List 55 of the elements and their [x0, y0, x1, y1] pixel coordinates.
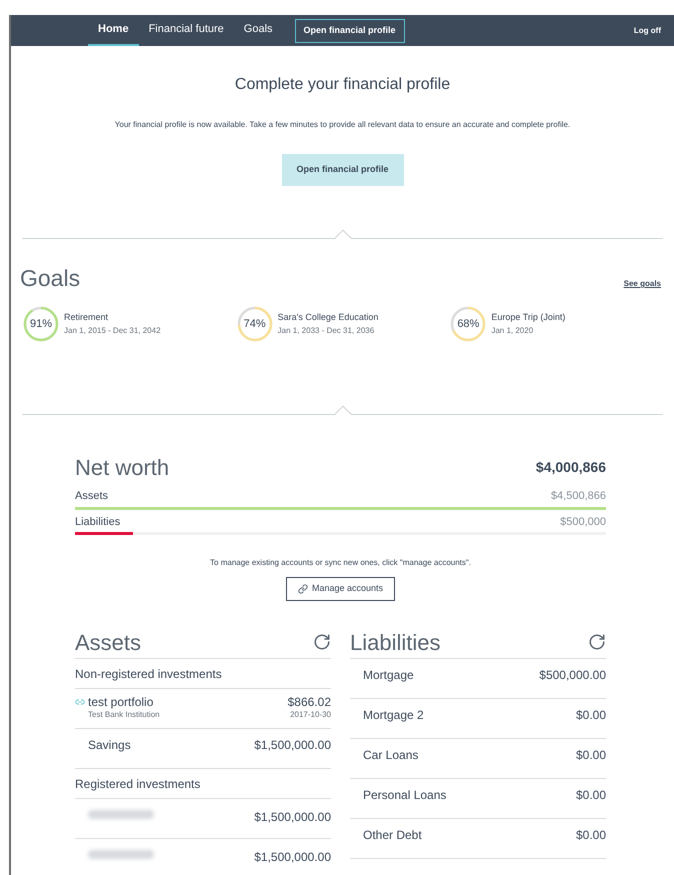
net-worth-title: Net worth: [75, 454, 170, 482]
liability-value: $0.00: [576, 827, 606, 844]
summary-label: Liabilities: [75, 514, 120, 530]
refresh-icon[interactable]: [588, 633, 606, 651]
see-goals-link[interactable]: See goals: [624, 278, 661, 290]
blurred-name: [88, 850, 154, 859]
account-value: $1,500,000.00: [254, 849, 331, 866]
goal-dates: Jan 1, 2015 - Dec 31, 2042: [64, 324, 161, 337]
nav-tab[interactable]: Home: [88, 15, 139, 46]
goal-percent: 74%: [244, 316, 266, 332]
account-name[interactable]: test portfolio: [88, 695, 160, 710]
nav-tab[interactable]: Financial future: [138, 15, 234, 46]
account-value: $1,500,000.00: [254, 809, 331, 826]
prompt-text: Your financial profile is now available. Take a few minutes to provide all relevant data to ensure an accurate and complete profile.: [114, 119, 570, 131]
goal-percent: 68%: [457, 316, 480, 332]
account-value: $866.02: [288, 695, 331, 710]
prompt-title: Complete your financial profile: [234, 75, 450, 95]
institution-name: Test Bank Institution: [88, 710, 160, 720]
manage-accounts-button[interactable]: Manage accounts: [286, 577, 395, 601]
summary-label: Assets: [75, 489, 108, 504]
goals-title: Goals: [20, 267, 80, 290]
liability-name[interactable]: Mortgage: [363, 666, 414, 684]
open-profile-button[interactable]: Open financial profile: [282, 154, 404, 186]
liability-value: $0.00: [576, 787, 606, 804]
liability-value: $500,000.00: [539, 667, 606, 684]
goal-name[interactable]: Sara's College Education: [278, 311, 378, 325]
summary-value: $4,500,866: [550, 489, 606, 504]
category-label: Non-registered investments: [75, 666, 222, 682]
open-profile-button[interactable]: Open financial profile: [294, 18, 405, 42]
liability-name[interactable]: Car Loans: [363, 746, 418, 764]
summary-value: $500,000: [560, 514, 606, 530]
manage-note: To manage existing accounts or sync new ones, click "manage accounts".: [210, 557, 471, 569]
liability-name[interactable]: Other Debt: [363, 826, 422, 844]
account-date: 2017-10-30: [290, 710, 331, 720]
blurred-name: [88, 810, 154, 819]
link-icon: [298, 584, 308, 594]
goal-name[interactable]: Europe Trip (Joint): [491, 311, 566, 325]
account-value: $1,500,000.00: [254, 737, 331, 754]
log-off-link[interactable]: Log off: [634, 15, 661, 46]
liabilities-title: Liabilities: [350, 628, 440, 656]
assets-title: Assets: [75, 628, 142, 656]
goal-dates: Jan 1, 2033 - Dec 31, 2036: [278, 324, 376, 337]
goal-percent: 91%: [30, 316, 52, 332]
liability-value: $0.00: [576, 707, 606, 724]
nav-tab[interactable]: Goals: [234, 15, 283, 46]
net-worth-total: $4,000,866: [536, 458, 606, 477]
goal-name[interactable]: Retirement: [64, 311, 161, 325]
liability-value: $0.00: [576, 747, 606, 764]
liability-name[interactable]: Personal Loans: [363, 786, 446, 804]
goal-dates: Jan 1, 2020: [491, 324, 534, 337]
liability-name[interactable]: Mortgage 2: [363, 706, 424, 724]
category-label: Registered investments: [75, 776, 200, 792]
link-icon: [75, 697, 85, 707]
account-name[interactable]: Savings: [88, 736, 131, 754]
refresh-icon[interactable]: [313, 633, 331, 651]
